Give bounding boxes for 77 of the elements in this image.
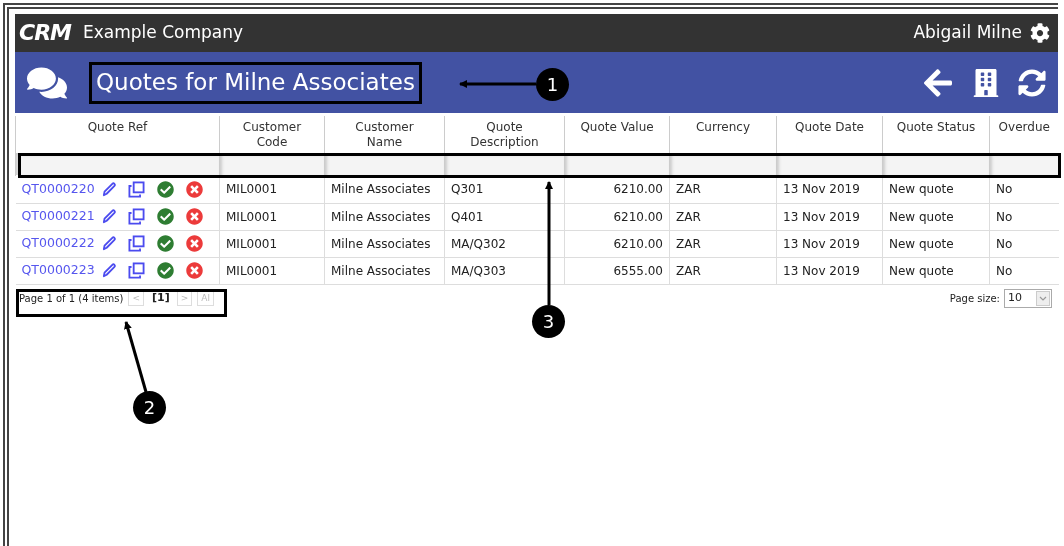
quote-ref-link[interactable]: QT0000223 bbox=[21, 261, 95, 280]
user-name[interactable]: Abigail Milne bbox=[913, 20, 1022, 46]
table-cell: Milne Associates bbox=[331, 182, 431, 197]
table-cell: 6555.00 bbox=[613, 263, 663, 278]
table-cell: New quote bbox=[889, 209, 954, 224]
table-cell: MA/Q303 bbox=[451, 263, 506, 278]
table-cell: Milne Associates bbox=[331, 236, 431, 251]
page-size-select[interactable]: 10 bbox=[1004, 289, 1052, 308]
copy-icon[interactable] bbox=[127, 235, 145, 252]
back-icon[interactable] bbox=[922, 66, 954, 99]
crm-logo: CRM bbox=[19, 22, 71, 44]
table-cell: MA/Q302 bbox=[451, 236, 506, 251]
table-cell: 13 Nov 2019 bbox=[783, 209, 860, 224]
table-cell: No bbox=[996, 236, 1013, 251]
cancel-icon[interactable] bbox=[185, 262, 203, 279]
quote-ref-link[interactable]: QT0000220 bbox=[21, 179, 95, 199]
table-cell: 13 Nov 2019 bbox=[783, 236, 860, 251]
table-cell: 13 Nov 2019 bbox=[783, 182, 860, 197]
page-title: Quotes for Milne Associates bbox=[96, 71, 415, 94]
cancel-icon[interactable] bbox=[185, 208, 203, 225]
column-header[interactable]: Overdue bbox=[989, 116, 1059, 152]
pencil-icon[interactable] bbox=[100, 262, 118, 279]
table-cell: Q401 bbox=[451, 209, 484, 224]
column-header[interactable]: Customer Name bbox=[324, 116, 445, 152]
pencil-icon[interactable] bbox=[100, 235, 118, 252]
check-icon[interactable] bbox=[156, 262, 174, 279]
caret-icon bbox=[1036, 291, 1050, 306]
page-size-label: Page size: bbox=[949, 292, 1000, 306]
table-cell: 6210.00 bbox=[613, 209, 663, 224]
column-header[interactable]: Quote Description bbox=[444, 116, 565, 152]
building-icon[interactable] bbox=[972, 68, 1000, 97]
table-cell: ZAR bbox=[676, 263, 701, 278]
callout-number: 2 bbox=[133, 391, 166, 424]
table-cell: MIL0001 bbox=[226, 182, 278, 197]
table-cell: MIL0001 bbox=[226, 209, 278, 224]
copy-icon[interactable] bbox=[127, 262, 145, 279]
callout-number: 3 bbox=[532, 305, 565, 338]
settings-icon[interactable] bbox=[1030, 23, 1050, 43]
table-cell: Milne Associates bbox=[331, 263, 431, 278]
column-header[interactable]: Quote Value bbox=[564, 116, 670, 152]
table-cell: ZAR bbox=[676, 182, 701, 197]
table-cell: 13 Nov 2019 bbox=[783, 263, 860, 278]
check-icon[interactable] bbox=[156, 235, 174, 252]
pager-summary: Page 1 of 1 (4 items) bbox=[19, 292, 124, 306]
table-cell: New quote bbox=[889, 263, 954, 278]
table-cell: ZAR bbox=[676, 209, 701, 224]
column-header[interactable]: Customer Code bbox=[219, 116, 325, 152]
table-cell: Q301 bbox=[451, 182, 484, 197]
cancel-icon[interactable] bbox=[185, 235, 203, 252]
check-icon[interactable] bbox=[156, 208, 174, 225]
check-icon[interactable] bbox=[156, 180, 174, 198]
table-cell: No bbox=[996, 182, 1013, 197]
table-cell: New quote bbox=[889, 236, 954, 251]
copy-icon[interactable] bbox=[127, 180, 145, 198]
company-name: Example Company bbox=[83, 21, 243, 45]
table-cell: No bbox=[996, 209, 1013, 224]
copy-icon[interactable] bbox=[127, 208, 145, 225]
pencil-icon[interactable] bbox=[100, 208, 118, 225]
table-cell: MIL0001 bbox=[226, 263, 278, 278]
table-cell: 6210.00 bbox=[613, 236, 663, 251]
cancel-icon[interactable] bbox=[185, 180, 203, 198]
quote-ref-link[interactable]: QT0000221 bbox=[21, 207, 95, 226]
column-header[interactable]: Currency bbox=[669, 116, 777, 152]
column-header[interactable]: Quote Status bbox=[882, 116, 990, 152]
table-cell: New quote bbox=[889, 182, 954, 197]
page-button[interactable]: [1] bbox=[150, 290, 172, 307]
refresh-icon[interactable] bbox=[1018, 68, 1046, 97]
table-cell: No bbox=[996, 263, 1013, 278]
table-cell: ZAR bbox=[676, 236, 701, 251]
pointer-arrow bbox=[124, 321, 148, 393]
column-header[interactable]: Quote Date bbox=[776, 116, 883, 152]
column-header[interactable]: Quote Ref bbox=[15, 116, 220, 152]
table-cell: Milne Associates bbox=[331, 209, 431, 224]
pencil-icon[interactable] bbox=[100, 180, 118, 198]
table-cell: MIL0001 bbox=[226, 236, 278, 251]
table-cell: 6210.00 bbox=[613, 182, 663, 197]
quote-ref-link[interactable]: QT0000222 bbox=[21, 234, 95, 253]
